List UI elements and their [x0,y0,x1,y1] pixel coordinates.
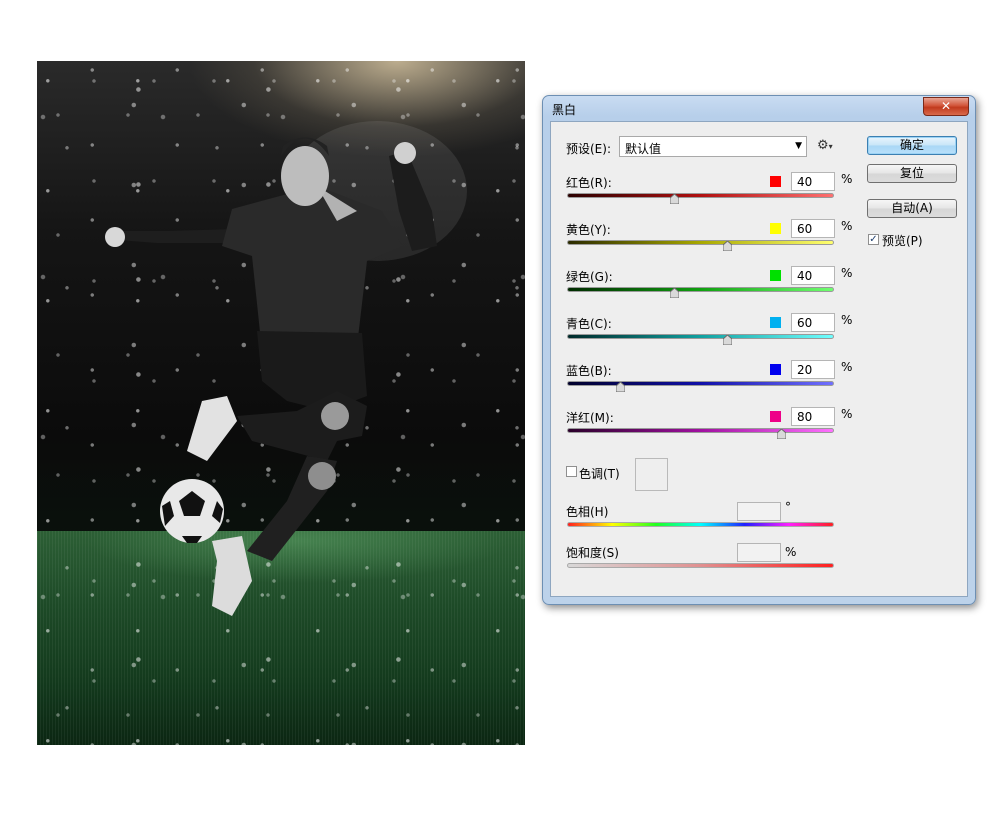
preview-label: 预览(P) [882,234,923,248]
color-swatch [770,364,781,375]
color-slider-track[interactable] [567,240,834,245]
percent-sign: % [841,172,853,186]
slider-thumb[interactable] [723,335,733,345]
color-swatch [770,176,781,187]
slider-thumb[interactable] [723,241,733,251]
auto-button[interactable]: 自动(A) [867,199,957,218]
saturation-slider[interactable] [567,563,834,568]
saturation-unit: % [785,545,797,559]
slider-label: 红色(R): [566,176,612,190]
tint-checkbox[interactable] [566,466,577,477]
slider-label: 黄色(Y): [566,223,611,237]
tint-label: 色调(T) [579,467,620,481]
hue-label: 色相(H) [566,505,609,519]
preset-label: 预设(E): [566,142,611,156]
preset-value: 默认值 [625,142,662,156]
color-swatch [770,270,781,281]
slider-label: 青色(C): [566,317,612,331]
slider-thumb[interactable] [616,382,626,392]
color-swatch [770,411,781,422]
color-slider-track[interactable] [567,381,834,386]
black-white-dialog: 黑白 ✕ 预设(E): 默认值 ▼ ⚙▾ 红色(R): 40% 黄色(Y): 60% 绿… [542,95,976,605]
color-swatch [770,223,781,234]
slider-value-input[interactable]: 80 [791,407,835,426]
percent-sign: % [841,360,853,374]
color-slider-track[interactable] [567,287,834,292]
slider-value-input[interactable]: 20 [791,360,835,379]
chevron-down-icon: ▼ [795,141,802,151]
slider-thumb[interactable] [669,288,679,298]
color-slider-track[interactable] [567,428,834,433]
slider-value-input[interactable]: 60 [791,219,835,238]
slider-value-input[interactable]: 60 [791,313,835,332]
slider-label: 洋红(M): [566,411,614,425]
saturation-input[interactable] [737,543,781,562]
gear-icon[interactable]: ⚙▾ [817,138,833,153]
hue-unit: ° [785,500,791,514]
slider-label: 蓝色(B): [566,364,612,378]
close-button[interactable]: ✕ [923,97,969,116]
dialog-body: 预设(E): 默认值 ▼ ⚙▾ 红色(R): 40% 黄色(Y): 60% 绿色(G):… [550,121,968,597]
slider-value-input[interactable]: 40 [791,172,835,191]
image-canvas [37,61,525,745]
hue-input[interactable] [737,502,781,521]
slider-thumb[interactable] [776,429,786,439]
hue-slider[interactable] [567,522,834,527]
slider-label: 绿色(G): [566,270,613,284]
dialog-title: 黑白 [552,103,577,117]
ok-button[interactable]: 确定 [867,136,957,155]
preview-checkbox[interactable]: ✓ [868,234,879,245]
color-slider-track[interactable] [567,193,834,198]
percent-sign: % [841,219,853,233]
slider-value-input[interactable]: 40 [791,266,835,285]
tint-color-swatch[interactable] [635,458,668,491]
soccer-player-figure [105,121,467,616]
reset-button[interactable]: 复位 [867,164,957,183]
percent-sign: % [841,313,853,327]
preset-dropdown[interactable]: 默认值 ▼ [619,136,807,157]
dialog-titlebar[interactable]: 黑白 ✕ [543,96,975,120]
percent-sign: % [841,407,853,421]
color-slider-track[interactable] [567,334,834,339]
slider-thumb[interactable] [669,194,679,204]
color-swatch [770,317,781,328]
percent-sign: % [841,266,853,280]
saturation-label: 饱和度(S) [566,546,619,560]
